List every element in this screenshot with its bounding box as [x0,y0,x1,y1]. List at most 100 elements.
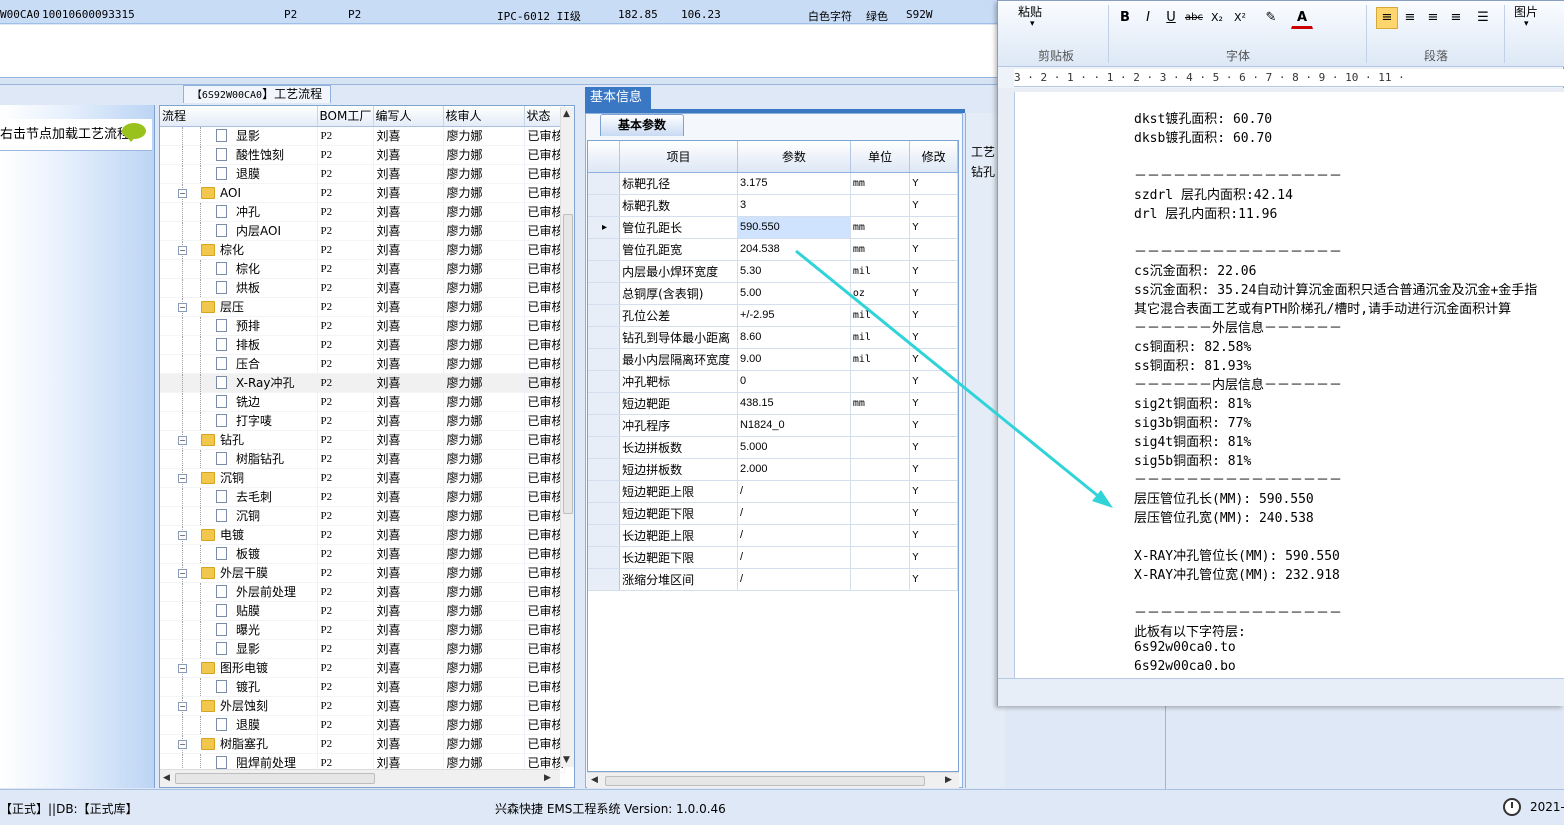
tree-row[interactable]: 铣边 P2 刘喜 廖力娜 已审核 [160,392,565,412]
subscript-button[interactable]: X₂ [1206,7,1228,29]
params-hscroll-thumb[interactable] [605,776,925,786]
tree-row[interactable]: 曝光 P2 刘喜 廖力娜 已审核 [160,620,565,640]
row-indicator[interactable] [588,546,621,569]
collapse-toggle-icon[interactable]: − [178,701,187,711]
tree-row[interactable]: 显影 P2 刘喜 廖力娜 已审核 [160,126,565,146]
params-grid[interactable]: 项目 参数 单位 修改 标靶孔径 3.175 mm Y 标靶孔数 3 Y ▸ 管位孔距长 590.550… [587,140,959,772]
word-page[interactable]: dkst镀孔面积: 60.70 dksb镀孔面积: 60.70 －－－－－－－－－－… [1014,92,1564,678]
params-value[interactable]: / [737,480,851,503]
tree-col-header[interactable]: BOM工厂 [317,106,374,127]
params-col-header[interactable]: 项目 [619,141,738,173]
tree-row[interactable]: − 棕化 P2 刘喜 廖力娜 已审核 [160,240,565,260]
row-indicator[interactable] [588,304,621,327]
tree-row[interactable]: − 图形电镀 P2 刘喜 廖力娜 已审核 [160,658,565,678]
tree-col-header[interactable]: 编写人 [373,106,444,127]
horizontal-splitter[interactable] [0,79,1000,85]
row-indicator[interactable] [588,194,621,217]
tree-scroll-thumb[interactable] [563,214,573,514]
highlight-pen-icon[interactable]: ✎ [1260,7,1282,29]
params-scroll-left-icon[interactable]: ◀ [591,775,598,785]
params-row[interactable]: 冲孔靶标 0 Y [588,370,958,393]
row-indicator[interactable] [588,260,621,283]
params-value[interactable]: 0 [737,370,851,393]
strikethrough-button[interactable]: abc [1183,7,1205,29]
tree-row[interactable]: − 外层蚀刻 P2 刘喜 廖力娜 已审核 [160,696,565,716]
collapse-toggle-icon[interactable]: − [178,302,187,312]
params-value[interactable]: 5.00 [737,282,851,305]
params-value[interactable]: 3 [737,194,851,217]
params-scroll-right-icon[interactable]: ▶ [945,775,952,785]
align-left-icon[interactable]: ≡ [1376,7,1398,29]
tree-row[interactable]: − 层压 P2 刘喜 廖力娜 已审核 [160,297,565,317]
chat-bubble-icon[interactable] [122,123,146,142]
params-row[interactable]: 钻孔到导体最小距离 8.60 mil Y [588,326,958,349]
align-center-icon[interactable]: ≡ [1399,7,1421,29]
row-indicator[interactable] [588,568,621,591]
collapse-toggle-icon[interactable]: − [178,245,187,255]
params-value[interactable]: / [737,524,851,547]
justify-icon[interactable]: ≡ [1445,7,1467,29]
word-ruler[interactable]: 3 · 2 · 1 · · 1 · 2 · 3 · 4 · 5 · 6 · 7 … [1014,69,1564,87]
collapse-toggle-icon[interactable]: − [178,663,187,673]
params-row[interactable]: 标靶孔径 3.175 mm Y [588,172,958,195]
params-value[interactable]: 5.000 [737,436,851,459]
params-value[interactable]: / [737,568,851,591]
params-value[interactable]: / [737,546,851,569]
tree-row[interactable]: 外层前处理 P2 刘喜 廖力娜 已审核 [160,582,565,602]
params-value[interactable]: +/-2.95 [737,304,851,327]
params-row[interactable]: 长边靶距上限 / Y [588,524,958,547]
collapse-toggle-icon[interactable]: − [178,435,187,445]
bold-button[interactable]: B [1114,7,1136,29]
params-row[interactable]: 总铜厚(含表铜) 5.00 oz Y [588,282,958,305]
params-row[interactable]: 短边靶距上限 / Y [588,480,958,503]
tab-basic-info[interactable]: 基本信息 [585,87,651,109]
params-col-header[interactable]: 参数 [737,141,851,173]
params-row[interactable]: ▸ 管位孔距长 590.550 mm Y [588,216,958,239]
tree-row[interactable]: − 树脂塞孔 P2 刘喜 廖力娜 已审核 [160,734,565,754]
row-indicator[interactable] [588,172,621,195]
tree-row[interactable]: 酸性蚀刻 P2 刘喜 廖力娜 已审核 [160,145,565,165]
tree-vertical-scrollbar[interactable]: ▲ ▼ [560,107,574,767]
flow-tab-title[interactable]: 【6S92W00CA0】工艺流程 [183,85,331,103]
params-value[interactable]: 590.550 [737,216,851,239]
params-row[interactable]: 涨缩分堆区间 / Y [588,568,958,591]
word-document-window[interactable]: 粘贴 ▾ 剪贴板 B I U abc X₂ X² ✎ A 字体 ≡ ≡ ≡ ≡ … [997,0,1564,706]
tree-row[interactable]: 预排 P2 刘喜 廖力娜 已审核 [160,316,565,336]
params-value[interactable]: 9.00 [737,348,851,371]
tree-row[interactable]: 镀孔 P2 刘喜 廖力娜 已审核 [160,677,565,697]
params-value[interactable]: / [737,502,851,525]
row-indicator[interactable] [588,502,621,525]
params-row[interactable]: 内层最小焊环宽度 5.30 mil Y [588,260,958,283]
params-value[interactable]: 3.175 [737,172,851,195]
tree-row[interactable]: − 外层干膜 P2 刘喜 廖力娜 已审核 [160,563,565,583]
params-value[interactable]: 2.000 [737,458,851,481]
tree-row[interactable]: 板镀 P2 刘喜 廖力娜 已审核 [160,544,565,564]
tree-hscroll-thumb[interactable] [175,773,375,784]
tab-basic-params[interactable]: 基本参数 [600,114,684,136]
collapse-toggle-icon[interactable]: − [178,739,187,749]
tree-row[interactable]: − 沉铜 P2 刘喜 廖力娜 已审核 [160,468,565,488]
row-indicator[interactable] [588,524,621,547]
top-data-row[interactable]: W00CA0 10010600093315 P2 P2 IPC-6012 II级… [0,0,1000,24]
tree-horizontal-scrollbar[interactable]: ◀ ▶ [160,769,560,787]
tree-row[interactable]: 贴膜 P2 刘喜 廖力娜 已审核 [160,601,565,621]
collapse-toggle-icon[interactable]: − [178,473,187,483]
params-row[interactable]: 短边靶距 438.15 mm Y [588,392,958,415]
italic-button[interactable]: I [1137,7,1159,29]
row-indicator[interactable] [588,370,621,393]
params-row[interactable]: 最小内层隔离环宽度 9.00 mil Y [588,348,958,371]
params-value[interactable]: 8.60 [737,326,851,349]
tree-col-header[interactable]: 状态 [524,106,565,127]
params-row[interactable]: 长边拼板数 5.000 Y [588,436,958,459]
tree-row[interactable]: 内层AOI P2 刘喜 廖力娜 已审核 [160,221,565,241]
params-row[interactable]: 短边靶距下限 / Y [588,502,958,525]
params-row[interactable]: 标靶孔数 3 Y [588,194,958,217]
row-indicator[interactable] [588,282,621,305]
tree-row[interactable]: − 钻孔 P2 刘喜 廖力娜 已审核 [160,430,565,450]
collapse-toggle-icon[interactable]: − [178,188,187,198]
tree-row[interactable]: 棕化 P2 刘喜 廖力娜 已审核 [160,259,565,279]
align-right-icon[interactable]: ≡ [1422,7,1444,29]
superscript-button[interactable]: X² [1229,7,1251,29]
row-indicator[interactable] [588,392,621,415]
picture-button[interactable]: 图片 [1514,3,1538,20]
